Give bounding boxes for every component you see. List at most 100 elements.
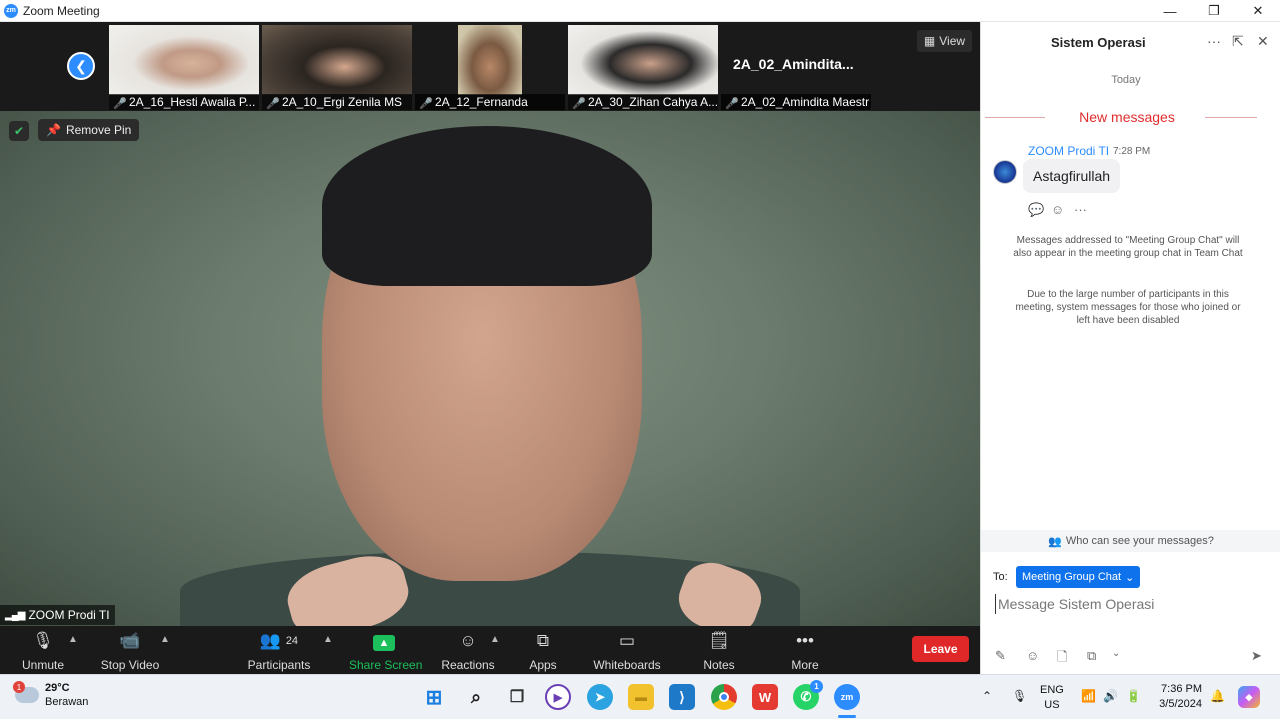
- system-message: Due to the large number of participants …: [1015, 289, 1241, 326]
- participant-video: [109, 25, 259, 95]
- volume-icon[interactable]: 🔊: [1103, 689, 1118, 703]
- participant-thumbnail[interactable]: 🎤 2A_16_Hesti Awalia P...: [109, 25, 259, 110]
- whiteboard-icon: ▭: [618, 631, 636, 650]
- participant-thumbnail[interactable]: 🎤 2A_30_Zihan Cahya A...: [568, 25, 718, 110]
- minimize-button[interactable]: —: [1148, 0, 1192, 22]
- chat-header: Sistem Operasi ··· ⇱ ✕: [981, 22, 1280, 62]
- muted-mic-icon: 🎤: [266, 98, 280, 110]
- reactions-button[interactable]: ☺ Reactions: [441, 630, 495, 672]
- security-shield-icon[interactable]: ✔: [9, 121, 29, 141]
- clock[interactable]: 7:36 PM 3/5/2024: [1152, 682, 1202, 712]
- smiley-icon: ☺: [459, 631, 477, 650]
- add-reaction-icon[interactable]: ☺: [1051, 202, 1064, 217]
- remove-pin-button[interactable]: 📌 Remove Pin: [38, 119, 140, 141]
- language-code: ENG: [1040, 684, 1064, 696]
- show-hidden-icons[interactable]: ⌃: [982, 689, 992, 703]
- chevron-left-icon: ❮: [75, 57, 87, 74]
- reply-icon[interactable]: 💬: [1028, 202, 1044, 218]
- prev-page-button[interactable]: ❮: [67, 52, 95, 80]
- view-label: View: [939, 34, 966, 48]
- notes-label: Notes: [703, 658, 735, 672]
- chat-panel: Sistem Operasi ··· ⇱ ✕ Today New message…: [980, 22, 1280, 674]
- speaker-name-tag: ▂▄▆ ZOOM Prodi TI: [0, 605, 115, 625]
- participants-button[interactable]: 👥 24 Participants: [246, 630, 312, 672]
- unmute-button[interactable]: 🎙 Unmute: [18, 630, 68, 672]
- apps-label: Apps: [529, 658, 557, 672]
- participant-thumbnail[interactable]: 2A_02_Amindita... 🎤 2A_02_Amindita Maestr: [721, 25, 871, 110]
- media-player-icon[interactable]: ▶: [545, 684, 571, 710]
- notification-bell-icon[interactable]: 🔔: [1210, 689, 1225, 703]
- leave-button[interactable]: Leave: [912, 636, 969, 662]
- weather-badge: 1: [13, 681, 25, 693]
- participants-options-caret[interactable]: ▲: [323, 634, 333, 645]
- message-more-icon[interactable]: ···: [1074, 202, 1087, 217]
- more-label: More: [791, 658, 819, 672]
- participant-name-bar: 🎤 2A_16_Hesti Awalia P...: [109, 94, 259, 110]
- participant-thumbnail[interactable]: 🎤 2A_12_Fernanda: [415, 25, 565, 110]
- copilot-icon[interactable]: ◆: [1238, 686, 1260, 708]
- maximize-button[interactable]: ❐: [1192, 0, 1236, 22]
- close-button[interactable]: ✕: [1236, 0, 1280, 22]
- participants-count: 24: [285, 635, 299, 647]
- stop-video-button[interactable]: 📹 Stop Video: [98, 630, 162, 672]
- notes-button[interactable]: 🗒 Notes: [701, 630, 737, 672]
- windows-start-icon[interactable]: ⊞: [421, 684, 447, 710]
- task-view-icon[interactable]: ❐: [504, 684, 530, 710]
- share-screen-label: Share Screen: [349, 658, 423, 672]
- more-button[interactable]: ••• More: [787, 630, 823, 672]
- wps-office-icon[interactable]: W: [752, 684, 778, 710]
- whiteboards-label: Whiteboards: [593, 658, 661, 672]
- screenshot-options-caret[interactable]: ⌄: [1112, 648, 1120, 659]
- title-bar: zm Zoom Meeting — ❐ ✕: [0, 0, 1280, 22]
- video-options-caret[interactable]: ▲: [160, 634, 170, 645]
- participant-name: 2A_16_Hesti Awalia P...: [129, 95, 256, 109]
- recipient-dropdown[interactable]: Meeting Group Chat ⌄: [1016, 566, 1141, 588]
- whiteboards-button[interactable]: ▭ Whiteboards: [593, 630, 661, 672]
- apps-icon: ⧉: [536, 631, 550, 650]
- participants-icon: 👥 24: [259, 631, 299, 650]
- close-chat-icon[interactable]: ✕: [1257, 33, 1269, 50]
- message-input[interactable]: [995, 594, 1265, 614]
- stop-video-label: Stop Video: [100, 658, 160, 672]
- emoji-icon[interactable]: ☺: [1026, 648, 1039, 663]
- participants-label: Participants: [247, 658, 311, 672]
- participant-thumbnail[interactable]: 🎤 2A_10_Ergi Zenila MS: [262, 25, 412, 110]
- grid-icon: ▦: [923, 34, 936, 48]
- audio-options-caret[interactable]: ▲: [68, 634, 78, 645]
- chrome-icon[interactable]: [711, 684, 737, 710]
- whatsapp-badge: 1: [810, 680, 823, 693]
- file-icon[interactable]: 🗋: [1057, 648, 1067, 670]
- zoom-taskbar-icon[interactable]: zm: [834, 684, 860, 710]
- file-explorer-icon[interactable]: ▬: [628, 684, 654, 710]
- send-icon[interactable]: ➤: [1251, 648, 1262, 664]
- reactions-options-caret[interactable]: ▲: [490, 634, 500, 645]
- weather-temp: 29°C: [45, 682, 70, 694]
- weather-widget[interactable]: 1 29°C Berawan: [13, 681, 88, 709]
- cloud-icon: 1: [13, 681, 39, 703]
- pop-out-icon[interactable]: ⇱: [1232, 33, 1244, 50]
- microphone-icon[interactable]: 🎙: [1012, 689, 1027, 703]
- participant-name-bar: 🎤 2A_02_Amindita Maestr: [721, 94, 871, 110]
- share-screen-button[interactable]: ▲ Share Screen: [349, 630, 423, 672]
- telegram-icon[interactable]: ➤: [587, 684, 613, 710]
- clock-date: 3/5/2024: [1159, 698, 1202, 710]
- language-indicator[interactable]: ENG US: [1040, 683, 1064, 713]
- vscode-icon[interactable]: ⟩: [669, 684, 695, 710]
- wifi-icon[interactable]: 📶: [1081, 689, 1096, 703]
- format-text-icon[interactable]: ✎: [995, 648, 1006, 664]
- thumbnail-strip: ❮ 🎤 2A_16_Hesti Awalia P... 🎤 2A_10_Ergi Z…: [0, 22, 980, 111]
- apps-button[interactable]: ⧉ Apps: [526, 630, 560, 672]
- screenshot-icon[interactable]: ⧉: [1087, 648, 1096, 664]
- search-icon[interactable]: ⌕: [463, 684, 489, 710]
- more-options-icon[interactable]: ···: [1207, 33, 1221, 49]
- message-sender[interactable]: ZOOM Prodi TI: [1028, 144, 1109, 158]
- view-button[interactable]: ▦ View: [917, 30, 972, 52]
- avatar[interactable]: [993, 160, 1017, 184]
- whatsapp-icon[interactable]: ✆ 1: [793, 680, 823, 710]
- to-label: To:: [993, 571, 1008, 583]
- who-can-see-link[interactable]: 👥 Who can see your messages?: [981, 530, 1280, 552]
- taskbar: 1 29°C Berawan ⊞ ⌕ ❐ ▶ ➤ ▬ ⟩ W ✆ 1 zm ⌃ 🎙…: [0, 674, 1280, 719]
- participant-name-bar: 🎤 2A_10_Ergi Zenila MS: [262, 94, 412, 110]
- battery-icon[interactable]: 🔋: [1126, 689, 1141, 703]
- message-bubble[interactable]: Astagfirullah: [1023, 159, 1121, 193]
